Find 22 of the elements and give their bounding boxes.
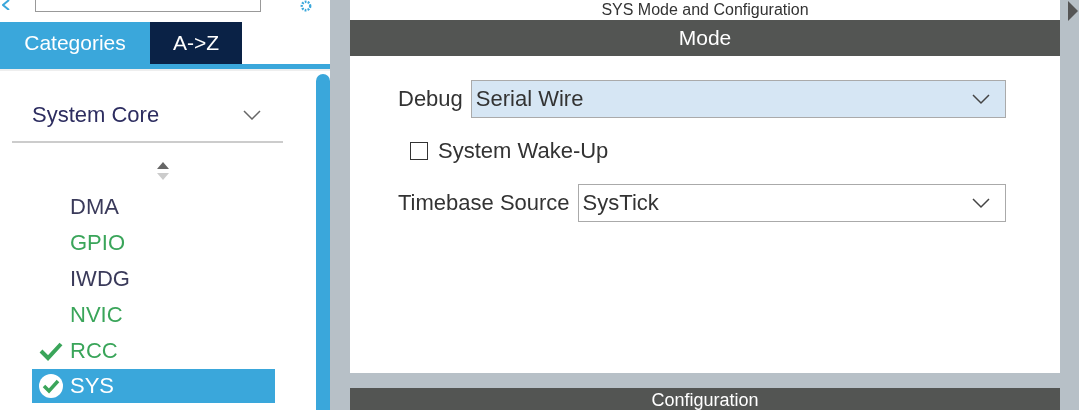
field-label: Debug [398, 86, 463, 112]
check-icon [38, 340, 64, 362]
checkbox-label: System Wake-Up [438, 138, 609, 164]
section-header: Mode [350, 20, 1060, 56]
dropdown-field[interactable]: SysTick [577, 184, 1006, 222]
search-field[interactable] [35, 0, 261, 12]
checkbox[interactable] [410, 142, 428, 160]
field-label: Timebase Source [398, 190, 570, 216]
section-header: Configuration [350, 388, 1060, 410]
dropdown-field[interactable]: Serial Wire [470, 80, 1006, 118]
peripheral-item[interactable]: IWDG [32, 261, 275, 297]
peripheral-item[interactable]: DMA [32, 189, 275, 225]
check-circle-icon [38, 373, 64, 399]
chevron-down-icon[interactable] [243, 110, 261, 120]
expand-arrow-icon[interactable] [1067, 0, 1079, 22]
tab[interactable]: A->Z [150, 22, 242, 64]
category-dropdown[interactable]: System Core [12, 95, 283, 143]
chevron-down-icon[interactable] [971, 93, 991, 105]
scrollbar[interactable] [316, 74, 330, 410]
panel-title: SYS Mode and Configuration [600, 0, 810, 20]
chevron-down-icon[interactable] [971, 197, 991, 209]
sort-icon[interactable] [155, 161, 171, 181]
